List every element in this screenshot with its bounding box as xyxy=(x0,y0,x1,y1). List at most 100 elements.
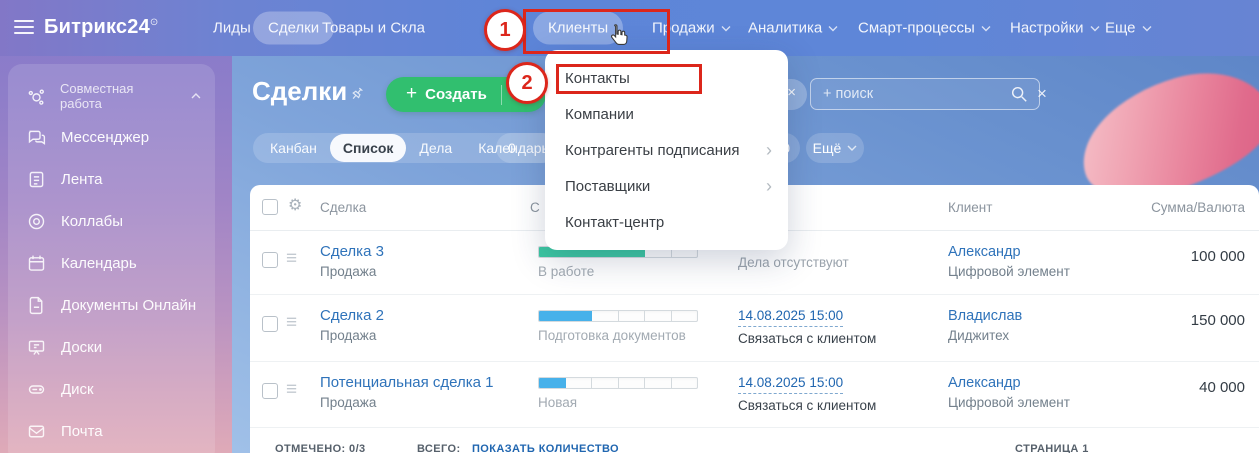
client-company: Цифровой элемент xyxy=(948,264,1070,279)
more-counters-chip[interactable]: Ещё xyxy=(806,133,864,163)
activity-date-link[interactable]: 14.08.2025 15:00 xyxy=(738,373,844,394)
show-count-link[interactable]: ПОКАЗАТЬ КОЛИЧЕСТВО xyxy=(472,443,619,453)
nav-item-more[interactable]: Еще xyxy=(1105,20,1152,37)
sidebar-section-collaboration[interactable]: Совместная работа xyxy=(8,76,215,116)
menu-hamburger-icon[interactable] xyxy=(14,20,34,35)
page-title: Сделки xyxy=(252,76,348,106)
column-header-deal[interactable]: Сделка xyxy=(320,200,366,215)
amount-value: 100 000 xyxy=(1190,248,1245,265)
tab-kanban[interactable]: Канбан xyxy=(257,134,330,162)
chevron-down-icon xyxy=(1142,25,1152,31)
plus-icon: + xyxy=(406,82,418,104)
sidebar-item-label: Лента xyxy=(61,170,103,188)
row-checkbox[interactable] xyxy=(262,252,278,268)
activity-cell: 14.08.2025 15:00 Связаться с клиентом xyxy=(738,306,876,349)
sidebar-item-mail[interactable]: Почта xyxy=(8,410,215,452)
search-input[interactable] xyxy=(811,86,1010,102)
stage-progress-bar[interactable] xyxy=(538,377,698,389)
messenger-icon xyxy=(26,127,47,148)
sidebar-item-boards[interactable]: Доски xyxy=(8,326,215,368)
search-icon[interactable] xyxy=(1010,85,1028,103)
clear-search-icon[interactable]: × xyxy=(1037,84,1047,104)
chevron-down-icon xyxy=(828,25,838,31)
pin-icon[interactable] xyxy=(349,86,365,102)
drag-handle-icon[interactable]: ≡ xyxy=(286,312,297,334)
sidebar-item-label: Диск xyxy=(61,380,94,398)
deal-link[interactable]: Сделка 3 xyxy=(320,242,384,262)
app-logo[interactable]: Битрикс24⊙ xyxy=(44,16,159,39)
nav-item-products[interactable]: Товары и Скла xyxy=(322,20,425,37)
amount-value: 150 000 xyxy=(1190,312,1245,329)
collabs-icon xyxy=(26,211,47,232)
document-icon xyxy=(26,295,47,316)
sidebar-item-collabs[interactable]: Коллабы xyxy=(8,200,215,242)
activity-date-link[interactable]: 14.08.2025 15:00 xyxy=(738,306,844,327)
annotation-step-2: 2 xyxy=(506,62,548,104)
menu-item-contact-center[interactable]: Контакт-центр xyxy=(545,204,788,240)
stage-progress-bar[interactable] xyxy=(538,310,698,322)
mail-icon xyxy=(26,421,47,442)
stage-label: В работе xyxy=(538,264,595,279)
table-footer: ОТМЕЧЕНО: 0/3 ВСЕГО: ПОКАЗАТЬ КОЛИЧЕСТВО… xyxy=(250,428,1259,453)
sidebar-item-drive[interactable]: Диск xyxy=(8,368,215,410)
deal-cell: Сделка 2 Продажа xyxy=(320,306,384,346)
sidebar-item-documents-online[interactable]: Документы Онлайн xyxy=(8,284,215,326)
sidebar-item-calendar[interactable]: Календарь xyxy=(8,242,215,284)
stage-label: Подготовка документов xyxy=(538,328,686,343)
client-link[interactable]: Александр xyxy=(948,242,1070,262)
column-header-stage-partial[interactable]: С xyxy=(530,200,540,215)
nav-item-smart-processes[interactable]: Смарт-процессы xyxy=(858,20,991,37)
table-row[interactable]: ≡ Сделка 2 Продажа Подготовка документов… xyxy=(250,295,1259,362)
row-checkbox[interactable] xyxy=(262,316,278,332)
deal-link[interactable]: Сделка 2 xyxy=(320,306,384,326)
logo-mark-icon: ⊙ xyxy=(149,17,159,29)
chevron-down-icon xyxy=(847,145,857,151)
annotation-box-contacts xyxy=(556,64,702,94)
select-all-checkbox[interactable] xyxy=(262,199,278,215)
menu-item-suppliers[interactable]: Поставщики › xyxy=(545,168,788,204)
sidebar-item-feed[interactable]: Лента xyxy=(8,158,215,200)
deal-cell: Сделка 3 Продажа xyxy=(320,242,384,282)
sidebar-item-label: Календарь xyxy=(61,254,137,272)
search-bar[interactable]: × xyxy=(810,78,1047,110)
chevron-down-icon xyxy=(1090,25,1100,31)
column-header-client[interactable]: Клиент xyxy=(948,200,992,215)
amount-value: 40 000 xyxy=(1199,379,1245,396)
menu-item-signing-counterparties[interactable]: Контрагенты подписания › xyxy=(545,132,788,168)
table-row[interactable]: ≡ Потенциальная сделка 1 Продажа Новая 1… xyxy=(250,362,1259,428)
remove-filter-icon[interactable]: × xyxy=(787,84,796,101)
column-header-amount[interactable]: Сумма/Валюта xyxy=(1151,200,1245,215)
client-cell: Александр Цифровой элемент xyxy=(948,373,1070,413)
client-link[interactable]: Владислав xyxy=(948,306,1022,326)
calendar-icon xyxy=(26,253,47,274)
sidebar: Совместная работа Мессенджер Лента Колла… xyxy=(8,64,215,453)
row-checkbox[interactable] xyxy=(262,383,278,399)
total-label: ВСЕГО: xyxy=(417,443,461,453)
sidebar-item-label: Коллабы xyxy=(61,212,123,230)
menu-item-companies[interactable]: Компании xyxy=(545,96,788,132)
cursor-hand-icon xyxy=(607,22,629,48)
client-cell: Владислав Диджитех xyxy=(948,306,1022,346)
sidebar-item-label: Документы Онлайн xyxy=(61,296,197,314)
deal-type: Продажа xyxy=(320,328,377,343)
chevron-up-icon[interactable] xyxy=(191,93,201,99)
drag-handle-icon[interactable]: ≡ xyxy=(286,248,297,270)
chevron-down-icon xyxy=(981,25,991,31)
submenu-chevron-icon: › xyxy=(766,176,772,196)
tab-list[interactable]: Список xyxy=(329,134,407,162)
nav-item-analytics[interactable]: Аналитика xyxy=(748,20,838,37)
activity-cell: Дела отсутствуют xyxy=(738,255,849,270)
client-link[interactable]: Александр xyxy=(948,373,1070,393)
client-company: Цифровой элемент xyxy=(948,395,1070,410)
sidebar-item-label: Почта xyxy=(61,422,103,440)
nav-item-leads[interactable]: Лиды xyxy=(213,20,251,37)
deal-link[interactable]: Потенциальная сделка 1 xyxy=(320,373,494,393)
sidebar-item-messenger[interactable]: Мессенджер xyxy=(8,116,215,158)
nav-item-settings[interactable]: Настройки xyxy=(1010,20,1100,37)
stage-cell: Новая xyxy=(538,377,698,410)
board-icon xyxy=(26,337,47,358)
tab-activities[interactable]: Дела xyxy=(406,134,465,162)
drag-handle-icon[interactable]: ≡ xyxy=(286,379,297,401)
drive-icon xyxy=(26,379,47,400)
gear-icon[interactable]: ⚙ xyxy=(288,198,302,214)
